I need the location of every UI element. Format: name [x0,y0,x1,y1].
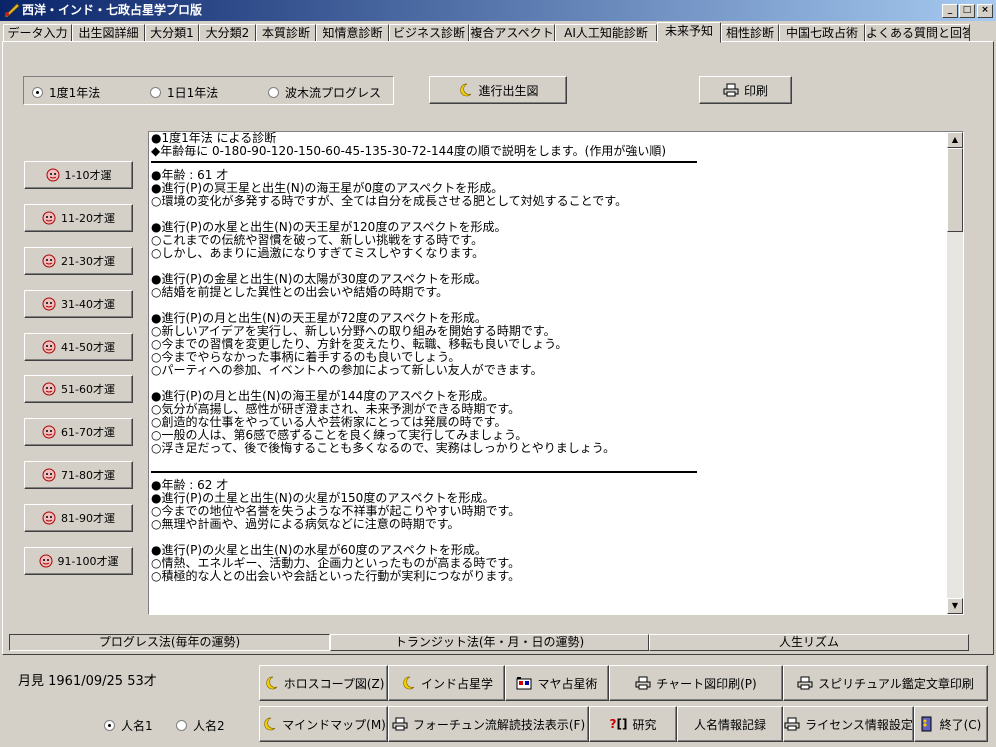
moon-icon [261,716,277,732]
face-icon [42,297,56,311]
report-line: ○環境の変化が多発する時ですが、全ては自分を成長させる肥として対処することです。 [151,194,628,208]
tab-faq[interactable]: よくある質問と回答 [865,24,970,42]
report-textarea[interactable]: ●1度1年法 による診断 ◆年齢毎に 0-180-90-120-150-60-45… [148,131,964,615]
radio-dot [104,720,115,731]
person-info: 月見 1961/09/25 53才 [18,674,157,689]
tab-compound-aspect[interactable]: 複合アスペクト [469,24,555,42]
print-button[interactable]: 印刷 [699,76,792,104]
tab-data-input[interactable]: データ入力 [3,24,72,42]
printer-icon [723,83,739,97]
moon-icon [457,82,473,98]
radio-haki-progress[interactable]: 波木流プログレス [268,84,381,101]
mode-tab-transit[interactable]: トランジット法(年・月・日の運勢) [330,634,649,651]
exit-button[interactable]: 終了(C) [914,706,988,742]
age-button[interactable]: 21-30才運 [24,247,133,275]
fortune-method-button[interactable]: フォーチュン流解読技法表示(F) [388,706,589,742]
report-line: ○しかし、あまりに過激になりすぎてミスしやすくなります。 [151,246,485,260]
tab-category-2[interactable]: 大分類2 [199,24,256,42]
radio-dot [176,720,187,731]
age-button[interactable]: 1-10才運 [24,161,133,189]
age-button[interactable]: 11-20才運 [24,204,133,232]
age-button[interactable]: 31-40才運 [24,290,133,318]
radio-person-1[interactable]: 人名1 [104,717,153,734]
tab-essence[interactable]: 本質診断 [256,24,316,42]
progress-chart-button[interactable]: 進行出生図 [429,76,567,104]
tab-ai-diagnosis[interactable]: AI人工知能診断 [555,24,657,42]
age-button[interactable]: 71-80才運 [24,461,133,489]
window-title: 西洋・インド・七政占星学プロ版 [22,3,203,17]
section-divider [151,161,697,163]
scroll-down-button[interactable]: ▼ [947,598,963,614]
printer-icon [797,676,813,690]
report-line: ○パーティへの参加、イベントへの参加によって新しい友人ができます。 [151,363,543,377]
main-tabs: データ入力 出生図詳細 大分類1 大分類2 本質診断 知情意診断 ビジネス診断 … [0,22,996,43]
report-line: ◆年齢毎に 0-180-90-120-150-60-45-135-30-72-1… [151,144,667,158]
face-icon [42,254,56,268]
report-line: ○積極的な人との出会いや会話といった行動が実利につながります。 [151,569,521,583]
radio-dot [268,87,279,98]
radio-dot [32,87,43,98]
radio-dot [150,87,161,98]
printer-icon [784,717,800,731]
face-icon [42,468,56,482]
exit-door-icon [921,716,935,732]
question-icon: ?[] [609,717,628,731]
radio-person-2[interactable]: 人名2 [176,717,225,734]
research-button[interactable]: ?[] 研究 [589,706,677,742]
radio-1day-1year[interactable]: 1日1年法 [150,84,218,101]
scroll-up-button[interactable]: ▲ [947,132,963,148]
maya-astrology-button[interactable]: マヤ占星術 [505,665,609,701]
face-icon [42,211,56,225]
maximize-button[interactable]: □ [959,4,975,18]
tab-category-1[interactable]: 大分類1 [145,24,199,42]
vertical-scrollbar[interactable]: ▲ ▼ [947,132,963,614]
report-line: ○浮き足だって、後で後悔することも多くなるので、実務はしっかりとやりましょう。 [151,441,616,455]
report-content: ●1度1年法 による診断 ◆年齢毎に 0-180-90-120-150-60-45… [151,132,947,596]
maya-icon [516,676,532,690]
method-group: 1度1年法 1日1年法 波木流プログレス [23,76,394,105]
indian-astrology-button[interactable]: インド占星学 [388,665,505,701]
mode-tab-progress[interactable]: プログレス法(毎年の運勢) [9,634,330,651]
chart-print-button[interactable]: チャート図印刷(P) [609,665,783,701]
title-bar: 西洋・インド・七政占星学プロ版 _ □ × [0,0,996,21]
tab-future-prediction[interactable]: 未来予知 [657,22,721,43]
close-button[interactable]: × [977,4,993,18]
face-icon [46,168,60,182]
app-icon [4,3,20,18]
face-icon [42,340,56,354]
printer-icon [392,717,408,731]
age-button[interactable]: 81-90才運 [24,504,133,532]
report-line: ○無理や計画や、過労による病気などに注意の時期です。 [151,517,460,531]
age-button[interactable]: 91-100才運 [24,547,133,575]
moon-icon [400,675,416,691]
tab-chart-detail[interactable]: 出生図詳細 [72,24,145,42]
tab-chinese-astrology[interactable]: 中国七政占術 [779,24,865,42]
tab-compatibility[interactable]: 相性診断 [721,24,779,42]
face-icon [42,425,56,439]
radio-1deg-1year[interactable]: 1度1年法 [32,84,100,101]
tab-intellect[interactable]: 知情意診断 [316,24,389,42]
minimize-button[interactable]: _ [942,4,958,18]
tab-business[interactable]: ビジネス診断 [389,24,469,42]
mindmap-button[interactable]: マインドマップ(M) [259,706,388,742]
age-button[interactable]: 51-60才運 [24,375,133,403]
moon-icon [263,675,279,691]
scroll-thumb[interactable] [947,148,963,232]
license-settings-button[interactable]: ライセンス情報設定 [783,706,914,742]
horoscope-button[interactable]: ホロスコープ図(Z) [259,665,388,701]
spiritual-print-button[interactable]: スピリチュアル鑑定文章印刷 [783,665,988,701]
face-icon [42,382,56,396]
person-record-button[interactable]: 人名情報記録 [677,706,783,742]
mode-tab-life-rhythm[interactable]: 人生リズム [649,634,969,651]
face-icon [42,511,56,525]
printer-icon [635,676,651,690]
age-button[interactable]: 61-70才運 [24,418,133,446]
face-icon [39,554,53,568]
age-button[interactable]: 41-50才運 [24,333,133,361]
report-line: ○結婚を前提とした異性との出会いや結婚の時期です。 [151,285,449,299]
section-divider [151,471,697,473]
